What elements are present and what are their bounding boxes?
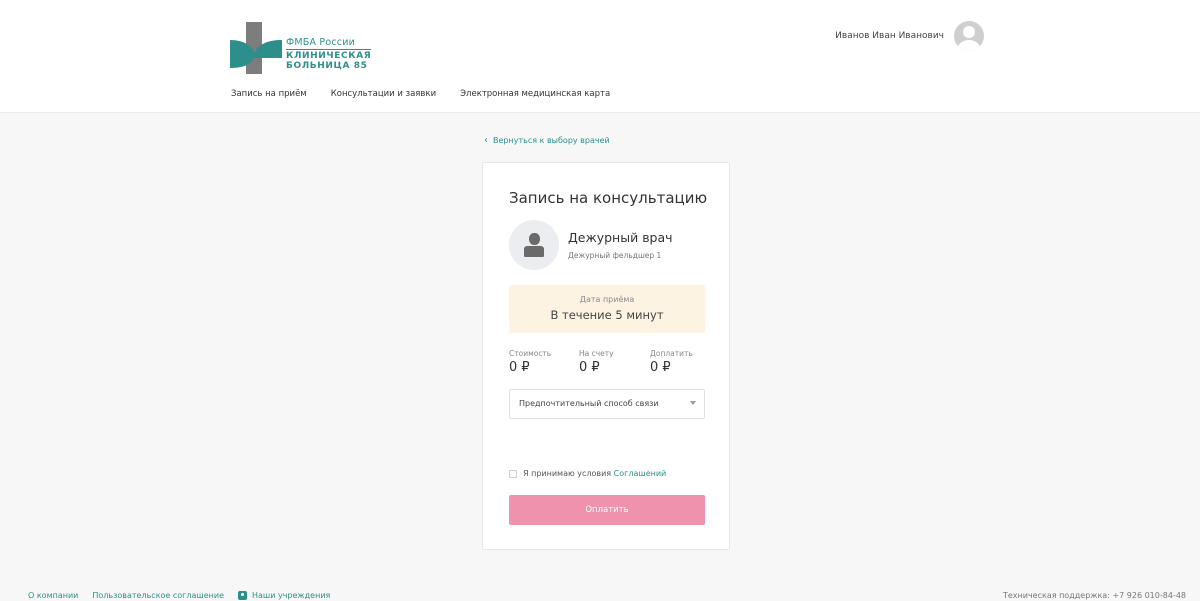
agreement-link[interactable]: Соглашений — [614, 469, 667, 478]
header: ФМБА России КЛИНИЧЕСКАЯ БОЛЬНИЦА 85 Иван… — [0, 0, 1200, 113]
date-value: В течение 5 минут — [550, 308, 664, 322]
agreement-checkbox[interactable] — [509, 469, 517, 478]
footer-links: О компании Пользовательское соглашение Н… — [28, 591, 330, 600]
back-link-label: Вернуться к выбору врачей — [493, 136, 610, 145]
doctor-avatar — [509, 220, 559, 270]
back-to-doctors-link[interactable]: ‹ Вернуться к выбору врачей — [484, 135, 610, 146]
footer-link-agreement[interactable]: Пользовательское соглашение — [92, 591, 224, 600]
agreement-text: Я принимаю условия Соглашений — [523, 469, 667, 478]
footer: О компании Пользовательское соглашение Н… — [0, 586, 1200, 601]
main-nav: Запись на приём Консультации и заявки Эл… — [231, 89, 610, 99]
price-cost-value: 0 ₽ — [509, 360, 530, 375]
chevron-left-icon: ‹ — [484, 135, 488, 146]
price-due-label: Доплатить — [650, 349, 693, 358]
user-menu[interactable]: Иванов Иван Иванович — [835, 21, 984, 51]
footer-link-about[interactable]: О компании — [28, 591, 78, 600]
contact-method-select[interactable]: Предпочтительный способ связи — [509, 389, 705, 419]
price-summary: Стоимость 0 ₽ На счету 0 ₽ Доплатить 0 ₽ — [509, 349, 705, 379]
price-cost-label: Стоимость — [509, 349, 552, 358]
logo[interactable]: ФМБА России КЛИНИЧЕСКАЯ БОЛЬНИЦА 85 — [230, 22, 380, 74]
card-title: Запись на консультацию — [509, 189, 708, 207]
logo-line-1: ФМБА России — [286, 38, 372, 50]
footer-link-institutions[interactable]: Наши учреждения — [237, 591, 330, 600]
price-balance-label: На счету — [579, 349, 614, 358]
appointment-date-box: Дата приёма В течение 5 минут — [509, 285, 705, 333]
price-balance: На счету 0 ₽ — [579, 349, 614, 375]
agreement-row[interactable]: Я принимаю условия Соглашений — [509, 469, 666, 478]
pay-button[interactable]: Оплатить — [509, 495, 705, 525]
logo-line-3: БОЛЬНИЦА 85 — [286, 61, 368, 71]
user-avatar-icon[interactable] — [954, 21, 984, 51]
nav-item-medical-record[interactable]: Электронная медицинская карта — [460, 89, 610, 99]
price-due: Доплатить 0 ₽ — [650, 349, 693, 375]
person-icon — [529, 233, 540, 245]
person-icon-body — [524, 246, 544, 257]
price-due-value: 0 ₽ — [650, 360, 671, 375]
logo-line-2: КЛИНИЧЕСКАЯ — [286, 51, 372, 61]
date-label: Дата приёма — [579, 295, 635, 304]
support-phone: Техническая поддержка: +7 926 010-84-48 — [1002, 591, 1186, 600]
user-name: Иванов Иван Иванович — [835, 31, 944, 41]
price-balance-value: 0 ₽ — [579, 360, 600, 375]
contact-method-value: Предпочтительный способ связи — [519, 399, 659, 408]
nav-item-consultations[interactable]: Консультации и заявки — [331, 89, 436, 99]
consultation-card: Запись на консультацию Дежурный врач Деж… — [482, 162, 730, 550]
doctor-role: Дежурный фельдшер 1 — [568, 251, 662, 260]
logo-text: ФМБА России КЛИНИЧЕСКАЯ БОЛЬНИЦА 85 — [286, 38, 372, 71]
logo-cross-icon — [230, 22, 282, 74]
chevron-down-icon — [690, 401, 696, 405]
doctor-name: Дежурный врач — [568, 230, 673, 245]
nav-item-appointment[interactable]: Запись на приём — [231, 89, 307, 99]
price-cost: Стоимость 0 ₽ — [509, 349, 551, 375]
location-icon — [237, 591, 247, 600]
